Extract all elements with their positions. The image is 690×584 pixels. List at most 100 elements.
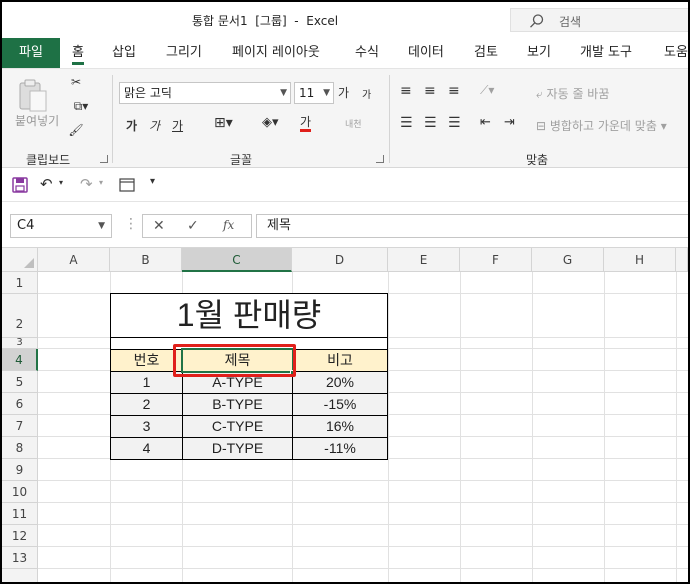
shrink-font-button[interactable]: 가 xyxy=(362,86,371,101)
font-launcher-icon[interactable] xyxy=(376,155,384,163)
paste-icon[interactable] xyxy=(16,77,52,113)
chevron-down-icon: ▼ xyxy=(98,221,105,231)
tab-home[interactable]: 홈 xyxy=(72,38,84,68)
row-header-12[interactable]: 12 xyxy=(2,525,38,547)
formula-input[interactable]: 제목 xyxy=(256,214,688,238)
data-cell[interactable]: -15% xyxy=(292,393,388,416)
tab-review[interactable]: 검토 xyxy=(474,38,498,68)
bold-button[interactable]: 가 xyxy=(126,117,137,134)
enter-icon[interactable]: ✓ xyxy=(187,218,199,234)
cancel-icon[interactable]: ✕ xyxy=(153,218,165,234)
column-header-d[interactable]: D xyxy=(292,248,388,272)
font-name-value: 맑은 고딕 xyxy=(124,86,172,100)
font-name-combo[interactable]: 맑은 고딕 ▼ xyxy=(119,82,291,104)
font-size-combo[interactable]: 11 ▼ xyxy=(294,82,334,104)
customize-qat-icon[interactable]: ▾ xyxy=(150,176,155,187)
row-header-2[interactable]: 2 xyxy=(2,294,38,338)
column-header-e[interactable]: E xyxy=(388,248,460,272)
merge-center-label: 병합하고 가운데 맞춤 xyxy=(549,119,657,133)
data-cell[interactable]: 20% xyxy=(292,371,388,394)
phonetic-guide-button[interactable]: 내천 xyxy=(345,117,362,130)
row-header-10[interactable]: 10 xyxy=(2,481,38,503)
title-cell[interactable]: 1월 판매량 xyxy=(110,293,388,338)
row-header-6[interactable]: 6 xyxy=(2,393,38,415)
clipboard-launcher-icon[interactable] xyxy=(100,155,108,163)
chevron-down-icon: ▼ xyxy=(280,88,287,98)
cut-icon[interactable]: ✂ xyxy=(68,75,84,89)
tab-help[interactable]: 도움 xyxy=(664,38,688,68)
tab-formulas[interactable]: 수식 xyxy=(355,38,379,68)
row-header-3[interactable]: 3 xyxy=(2,338,38,349)
tab-page-layout[interactable]: 페이지 레이아웃 xyxy=(232,38,320,68)
column-header-c[interactable]: C xyxy=(182,248,292,272)
underline-button[interactable]: 가 xyxy=(172,117,183,134)
insert-function-button[interactable]: fx xyxy=(223,218,234,232)
merge-center-button[interactable]: ⊟ 병합하고 가운데 맞춤 ▾ xyxy=(536,117,667,134)
row-header-5[interactable]: 5 xyxy=(2,371,38,393)
increase-indent-icon[interactable]: ⇥ xyxy=(504,115,515,130)
data-cell[interactable]: D-TYPE xyxy=(182,437,293,460)
column-header-partial[interactable] xyxy=(676,248,688,272)
undo-icon[interactable]: ↶ xyxy=(40,175,53,193)
formula-bar-grip[interactable]: ⋮ xyxy=(124,216,138,232)
align-middle-icon[interactable]: ≡ xyxy=(424,83,436,99)
row-header-partial[interactable] xyxy=(2,569,38,582)
wrap-text-button[interactable]: ⤶ 자동 줄 바꿈 xyxy=(536,85,609,102)
data-cell[interactable]: -11% xyxy=(292,437,388,460)
font-color-button[interactable]: 가 xyxy=(300,115,312,132)
row-header-9[interactable]: 9 xyxy=(2,459,38,481)
data-cell[interactable]: 2 xyxy=(110,393,183,416)
align-center-icon[interactable]: ☰ xyxy=(424,115,437,131)
data-cell[interactable]: C-TYPE xyxy=(182,415,293,438)
data-cell[interactable]: 4 xyxy=(110,437,183,460)
wrap-text-label: 자동 줄 바꿈 xyxy=(546,87,610,101)
new-window-icon[interactable] xyxy=(119,178,135,192)
gridline xyxy=(38,480,688,481)
gridline xyxy=(676,272,677,582)
save-icon[interactable] xyxy=(12,177,28,193)
align-top-icon[interactable]: ≡ xyxy=(400,83,412,99)
column-header-f[interactable]: F xyxy=(460,248,532,272)
border-icon[interactable]: ⊞▾ xyxy=(214,115,233,131)
tab-insert[interactable]: 삽입 xyxy=(112,38,136,68)
data-cell[interactable]: 16% xyxy=(292,415,388,438)
italic-button[interactable]: 가 xyxy=(149,117,160,134)
row-header-8[interactable]: 8 xyxy=(2,437,38,459)
row-header-11[interactable]: 11 xyxy=(2,503,38,525)
window-title: 통합 문서1 [그룹] - Excel xyxy=(192,14,339,28)
column-header-h[interactable]: H xyxy=(604,248,676,272)
tab-draw[interactable]: 그리기 xyxy=(166,38,202,68)
data-cell[interactable]: B-TYPE xyxy=(182,393,293,416)
tab-developer[interactable]: 개발 도구 xyxy=(580,38,632,68)
ribbon: 붙여넣기 ✂ ⧉▾ 🖌 클립보드 맑은 고딕 ▼ 11 ▼ 가 가 가 가 가 … xyxy=(2,68,688,168)
undo-dropdown-icon[interactable]: ▾ xyxy=(59,178,63,187)
decrease-indent-icon[interactable]: ⇤ xyxy=(480,115,491,130)
data-cell[interactable]: 3 xyxy=(110,415,183,438)
copy-icon[interactable]: ⧉▾ xyxy=(68,99,94,114)
align-left-icon[interactable]: ☰ xyxy=(400,115,413,131)
search-box[interactable]: 검색 xyxy=(510,8,688,32)
select-all-corner[interactable] xyxy=(2,248,38,272)
column-header-g[interactable]: G xyxy=(532,248,604,272)
orientation-icon[interactable]: ⟋▾ xyxy=(480,83,494,98)
fill-color-icon[interactable]: ◈▾ xyxy=(262,115,279,130)
row-header-13[interactable]: 13 xyxy=(2,547,38,569)
tab-data[interactable]: 데이터 xyxy=(408,38,444,68)
row-header-1[interactable]: 1 xyxy=(2,272,38,294)
align-right-icon[interactable]: ☰ xyxy=(448,115,461,131)
row-header-7[interactable]: 7 xyxy=(2,415,38,437)
tab-file[interactable]: 파일 xyxy=(2,38,60,68)
column-header-b[interactable]: B xyxy=(110,248,182,272)
excel-window: 통합 문서1 [그룹] - Excel 검색 파일 홈 삽입 그리기 페이지 레… xyxy=(0,0,690,584)
tab-view[interactable]: 보기 xyxy=(527,38,551,68)
grow-font-button[interactable]: 가 xyxy=(338,84,349,101)
redo-icon[interactable]: ↷ xyxy=(80,175,93,193)
name-box[interactable]: C4 ▼ xyxy=(10,214,112,238)
header-cell-note[interactable]: 비고 xyxy=(292,349,388,372)
paste-button-label[interactable]: 붙여넣기 xyxy=(15,112,59,129)
column-header-a[interactable]: A xyxy=(38,248,110,272)
row-header-4[interactable]: 4 xyxy=(2,349,38,371)
redo-dropdown-icon[interactable]: ▾ xyxy=(99,178,103,187)
format-painter-icon[interactable]: 🖌 xyxy=(68,123,84,137)
align-bottom-icon[interactable]: ≡ xyxy=(448,83,460,99)
